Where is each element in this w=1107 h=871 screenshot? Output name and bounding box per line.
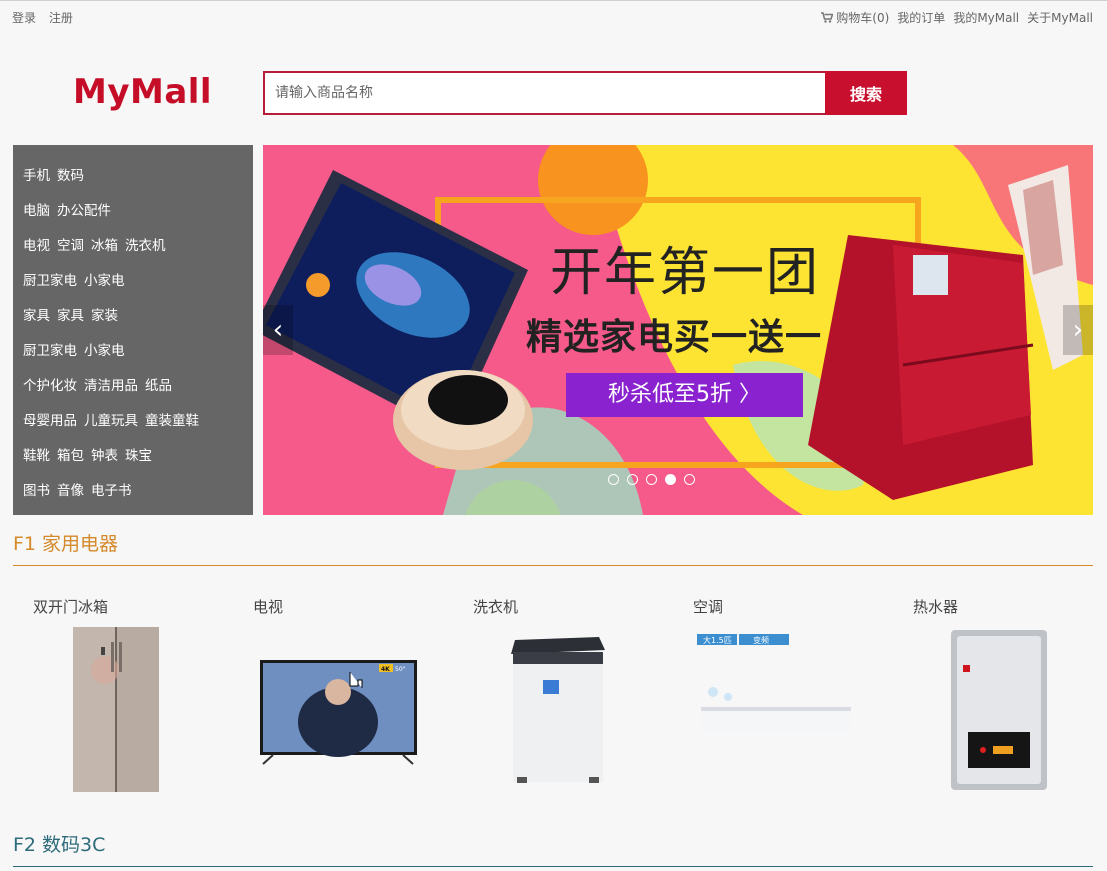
category-link[interactable]: 小家电 bbox=[84, 343, 125, 359]
banner-headline: 开年第一团 bbox=[550, 243, 821, 303]
category-link[interactable]: 个护化妆 bbox=[23, 378, 77, 394]
product-name: 热水器 bbox=[913, 598, 959, 616]
user-links: 购物车(0) 我的订单 我的MyMall 关于MyMall bbox=[821, 9, 1093, 26]
cart-icon bbox=[821, 12, 834, 23]
category-link[interactable]: 图书 bbox=[23, 483, 50, 499]
category-link[interactable]: 电脑 bbox=[23, 203, 50, 219]
carousel-indicators bbox=[608, 474, 695, 485]
banner-carousel: 开年第一团 精选家电买一送一 秒杀低至5折 〉 ‹ › bbox=[263, 145, 1093, 515]
carousel-dot[interactable] bbox=[665, 474, 676, 485]
search-input[interactable] bbox=[263, 71, 825, 115]
register-link[interactable]: 注册 bbox=[49, 11, 73, 25]
logo[interactable]: MyMall bbox=[73, 72, 212, 112]
category-link[interactable]: 办公配件 bbox=[57, 203, 111, 219]
promo-button[interactable]: 秒杀低至5折 〉 bbox=[566, 373, 803, 417]
carousel-dot[interactable] bbox=[608, 474, 619, 485]
category-row: 厨卫家电 小家电 bbox=[23, 339, 132, 359]
product-name: 电视 bbox=[253, 598, 284, 616]
login-link[interactable]: 登录 bbox=[12, 11, 36, 25]
category-link[interactable]: 厨卫家电 bbox=[23, 343, 77, 359]
category-link[interactable]: 纸品 bbox=[145, 378, 172, 394]
category-row: 鞋靴 箱包 钟表 珠宝 bbox=[23, 444, 159, 464]
category-link[interactable]: 童装童鞋 bbox=[145, 413, 199, 429]
top-bar: 登录 注册 购物车(0) 我的订单 我的MyMall 关于MyMall bbox=[0, 0, 1107, 32]
category-row: 图书 音像 电子书 bbox=[23, 479, 139, 499]
product-name: 空调 bbox=[693, 598, 724, 616]
category-link[interactable]: 珠宝 bbox=[125, 448, 152, 464]
product-card-tv[interactable]: 电视 4K 50" bbox=[233, 596, 433, 796]
category-row: 厨卫家电 小家电 bbox=[23, 269, 132, 289]
category-link[interactable]: 手机 bbox=[23, 168, 50, 184]
category-row: 母婴用品 儿童玩具 童装童鞋 bbox=[23, 409, 206, 429]
carousel-dot[interactable] bbox=[684, 474, 695, 485]
banner-subheadline: 精选家电买一送一 bbox=[526, 317, 823, 358]
category-menu: 手机 数码 电脑 办公配件 电视 空调 冰箱 洗衣机 厨卫家电 小家电 家具 家具 家装 厨卫家电 小家电个… bbox=[13, 145, 253, 515]
product-card-fridge[interactable]: 双开门冰箱 bbox=[13, 596, 213, 796]
category-link[interactable]: 家具 bbox=[23, 308, 50, 324]
floor-title-f1: F1 家用电器 bbox=[13, 533, 119, 555]
search-bar: 搜索 bbox=[263, 71, 907, 115]
product-name: 双开门冰箱 bbox=[33, 598, 109, 616]
category-link[interactable]: 小家电 bbox=[84, 273, 125, 289]
category-row: 个护化妆 清洁用品 纸品 bbox=[23, 374, 179, 394]
category-link[interactable]: 家装 bbox=[91, 308, 118, 324]
category-link[interactable]: 厨卫家电 bbox=[23, 273, 77, 289]
category-link[interactable]: 冰箱 bbox=[91, 238, 118, 254]
product-card-washer[interactable]: 洗衣机 bbox=[453, 596, 653, 796]
category-row: 手机 数码 bbox=[23, 164, 91, 184]
category-link[interactable]: 儿童玩具 bbox=[84, 413, 138, 429]
tv-size-label: 50" bbox=[395, 666, 406, 673]
tv-image: 4K 50" bbox=[260, 660, 417, 765]
category-link[interactable]: 清洁用品 bbox=[84, 378, 138, 394]
category-link[interactable]: 钟表 bbox=[91, 448, 118, 464]
orders-link[interactable]: 我的订单 bbox=[897, 9, 945, 26]
ac-inverter-tag: 变频 bbox=[753, 635, 769, 645]
category-row: 电视 空调 冰箱 洗衣机 bbox=[23, 234, 173, 254]
fridge-image bbox=[73, 627, 159, 792]
washer-image bbox=[511, 637, 605, 783]
ac-capacity-tag: 大1.5匹 bbox=[703, 635, 732, 645]
category-row: 家具 家具 家装 bbox=[23, 304, 125, 324]
carousel-dot[interactable] bbox=[646, 474, 657, 485]
product-card-water-heater[interactable]: 热水器 bbox=[893, 596, 1093, 796]
product-name: 洗衣机 bbox=[473, 598, 519, 616]
tv-4k-badge: 4K bbox=[381, 666, 390, 673]
cart-link[interactable]: 购物车(0) bbox=[821, 9, 889, 26]
cart-label: 购物车(0) bbox=[836, 11, 890, 25]
product-card-ac[interactable]: 空调 大1.5匹 变频 bbox=[673, 596, 873, 796]
search-button[interactable]: 搜索 bbox=[825, 71, 907, 115]
category-link[interactable]: 音像 bbox=[57, 483, 84, 499]
category-link[interactable]: 空调 bbox=[57, 238, 84, 254]
carousel-next-icon[interactable]: › bbox=[1063, 305, 1093, 355]
category-link[interactable]: 洗衣机 bbox=[125, 238, 166, 254]
floor-divider-f1 bbox=[13, 565, 1093, 566]
floor-title-f2: F2 数码3C bbox=[13, 834, 106, 856]
category-row: 电脑 办公配件 bbox=[23, 199, 118, 219]
account-links: 登录 注册 bbox=[12, 9, 82, 26]
category-link[interactable]: 电视 bbox=[23, 238, 50, 254]
about-link[interactable]: 关于MyMall bbox=[1027, 9, 1093, 26]
category-link[interactable]: 电子书 bbox=[91, 483, 132, 499]
carousel-prev-icon[interactable]: ‹ bbox=[263, 305, 293, 355]
my-mall-link[interactable]: 我的MyMall bbox=[953, 9, 1019, 26]
water-heater-image bbox=[951, 630, 1047, 790]
category-link[interactable]: 家具 bbox=[57, 308, 84, 324]
ac-image: 大1.5匹 变频 bbox=[697, 634, 851, 732]
category-link[interactable]: 箱包 bbox=[57, 448, 84, 464]
category-link[interactable]: 数码 bbox=[57, 168, 84, 184]
category-link[interactable]: 母婴用品 bbox=[23, 413, 77, 429]
category-link[interactable]: 鞋靴 bbox=[23, 448, 50, 464]
floor-divider-f2 bbox=[13, 866, 1093, 867]
carousel-dot[interactable] bbox=[627, 474, 638, 485]
